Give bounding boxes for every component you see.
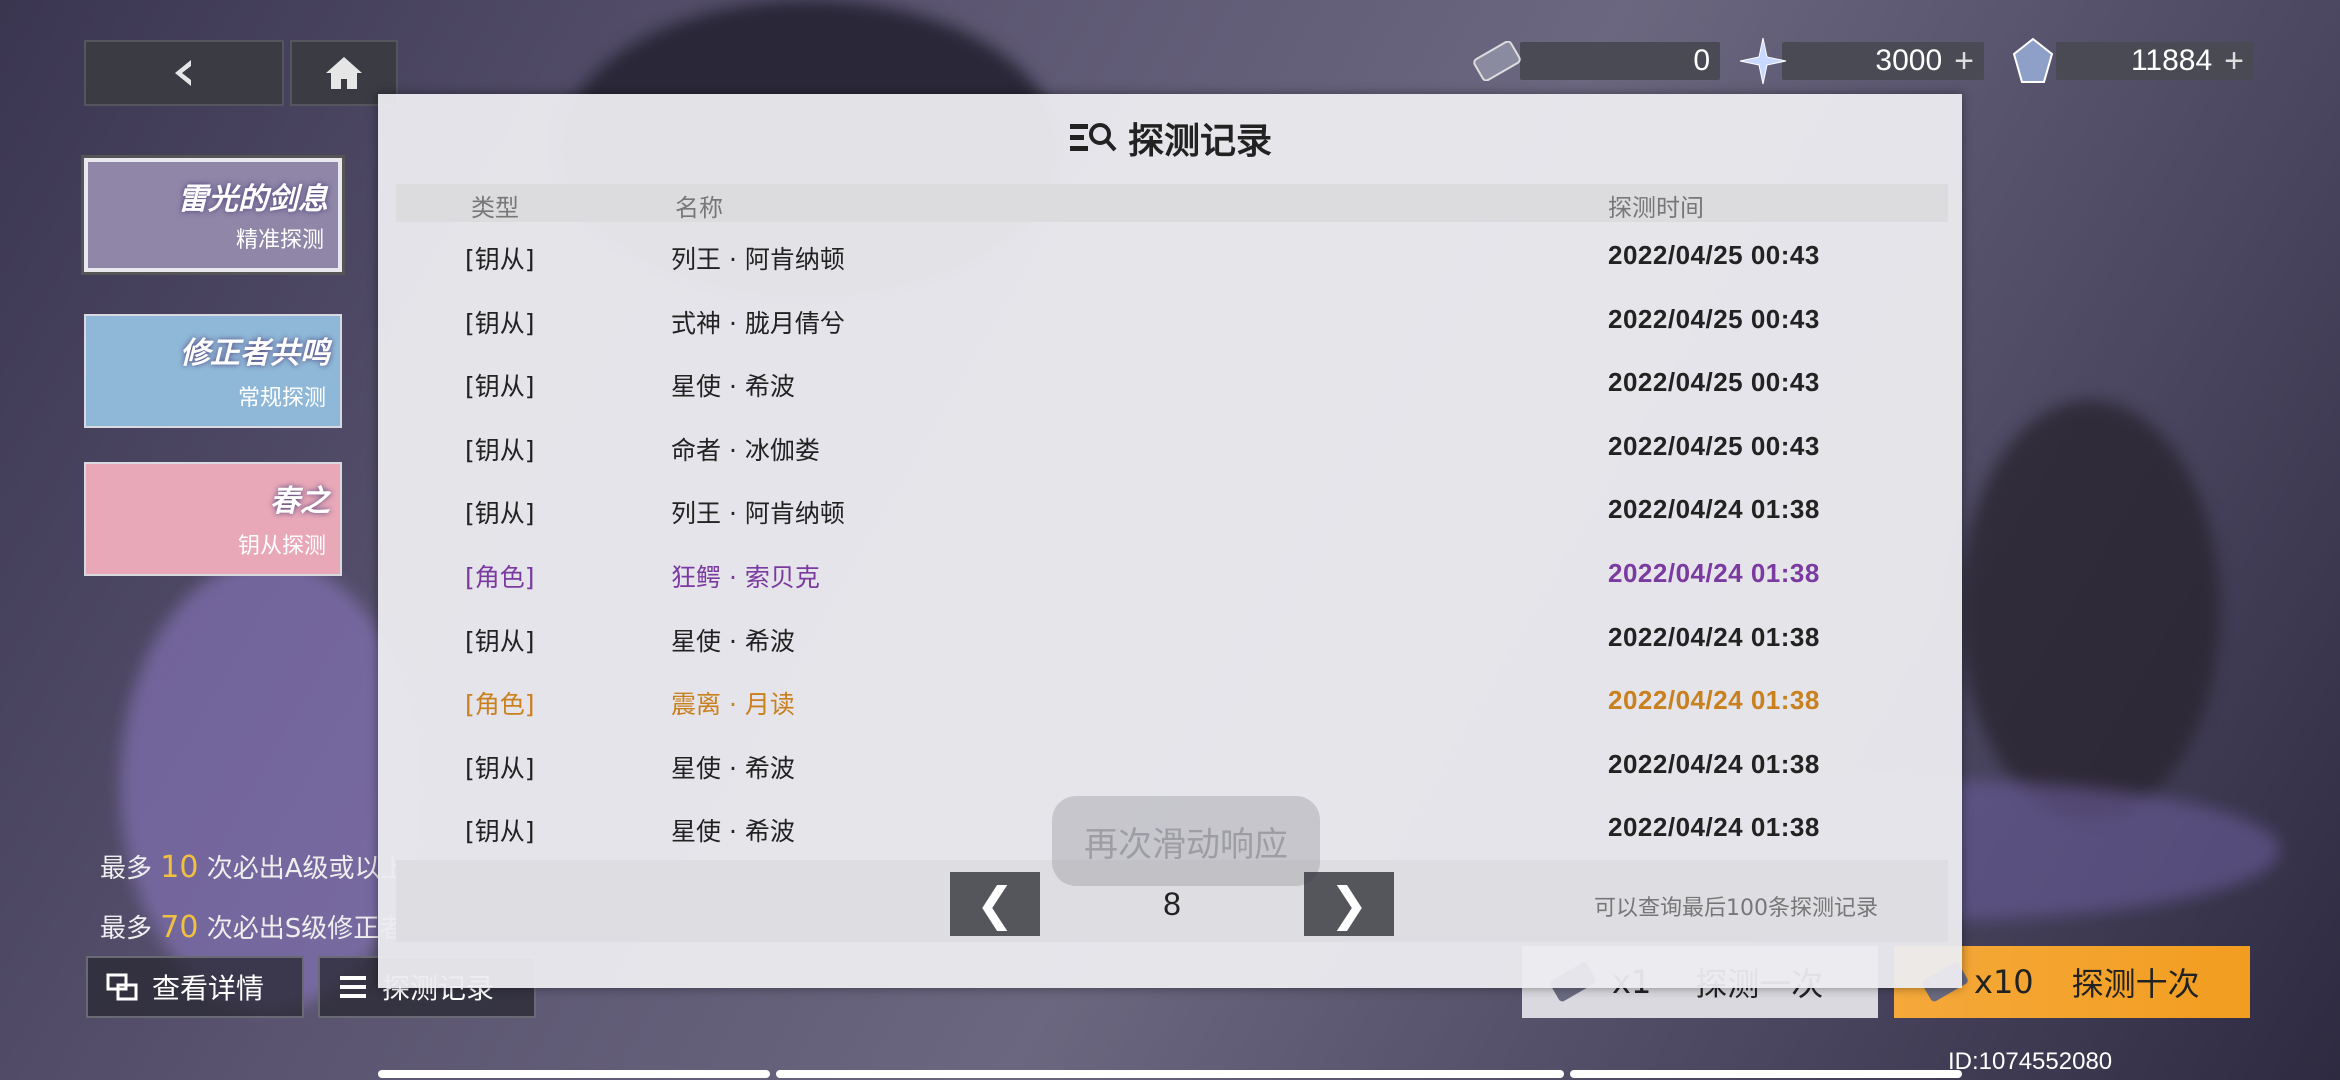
row-name: 列王 · 阿肯纳顿 [671, 245, 845, 274]
user-id: ID:1074552080 [1948, 1048, 2113, 1075]
row-time: 2022/04/24 01:38 [1608, 621, 1820, 652]
row-time: 2022/04/24 01:38 [1608, 748, 1820, 779]
currency-gem: 11884 + [2056, 42, 2254, 80]
header-name: 名称 [675, 194, 723, 222]
row-time: 2022/04/25 00:43 [1608, 303, 1820, 334]
row-name: 星使 · 希波 [671, 626, 795, 656]
scroll-indicator [1570, 1070, 1962, 1078]
row-time: 2022/04/24 01:38 [1608, 494, 1820, 525]
row-name: 星使 · 希波 [671, 372, 795, 402]
banner-corrector-resonance[interactable]: 修正者共鸣 常规探测 [84, 314, 342, 428]
row-type: [钥从] [465, 817, 535, 847]
row-type: [钥从] [465, 245, 535, 274]
table-header: 类型 名称 探测时间 [396, 184, 1948, 222]
banner-subtitle: 常规探测 [237, 386, 326, 411]
draw-ten-count: x10 [1974, 963, 2034, 1001]
table-row: [钥从] 星使 · 希波 2022/04/25 00:43 [396, 351, 1948, 414]
toast-message: 再次滑动响应 [1052, 796, 1320, 886]
banner-subtitle: 钥从探测 [237, 534, 326, 559]
row-name: 狂鳄 · 索贝克 [671, 563, 820, 592]
currency-star: 3000 + [1782, 42, 1984, 80]
banner-subtitle: 精准探测 [235, 228, 324, 253]
table-row: [钥从] 式神 · 胧月倩兮 2022/04/25 00:43 [396, 288, 1948, 351]
table-row: [钥从] 星使 · 希波 2022/04/24 01:38 [396, 606, 1948, 669]
currency-value: 0 [1693, 44, 1710, 77]
row-time: 2022/04/25 00:43 [1608, 430, 1820, 461]
banner-lightning-sword[interactable]: 雷光的剑息 精准探测 [81, 155, 345, 275]
table-row: [钥从] 列王 · 阿肯纳顿 2022/04/25 00:43 [396, 224, 1948, 287]
back-arrow-icon [175, 60, 191, 86]
modal-title-text: 探测记录 [1127, 121, 1272, 162]
add-gem-button[interactable]: + [2224, 42, 2244, 81]
view-details-button[interactable]: 查看详情 [86, 956, 304, 1018]
next-page-button[interactable]: ❯ [1304, 872, 1394, 936]
banner-title: 春之 [270, 484, 330, 519]
table-row: [钥从] 命者 · 冰伽娄 2022/04/25 00:43 [396, 415, 1948, 478]
row-type: [钥从] [465, 753, 535, 783]
table-row: [角色] 狂鳄 · 索贝克 2022/04/24 01:38 [396, 542, 1948, 605]
home-icon [326, 57, 362, 89]
row-time: 2022/04/24 01:38 [1608, 685, 1820, 716]
row-name: 星使 · 希波 [671, 817, 795, 847]
records-limit-note: 可以查询最后100条探测记录 [1594, 896, 1878, 921]
scroll-indicator [776, 1070, 1564, 1078]
banner-spring[interactable]: 春之 钥从探测 [84, 462, 342, 576]
scroll-indicator [378, 1070, 770, 1078]
header-time: 探测时间 [1608, 194, 1704, 222]
row-time: 2022/04/24 01:38 [1608, 558, 1820, 588]
row-type: [角色] [465, 690, 535, 720]
list-icon [340, 976, 366, 998]
row-type: [钥从] [465, 626, 535, 656]
header-type: 类型 [471, 194, 519, 222]
pity-info-a: 最多 10 次必出A级或以上 [100, 850, 407, 885]
row-time: 2022/04/24 01:38 [1608, 812, 1820, 843]
details-icon [106, 973, 138, 1001]
row-name: 式神 · 胧月倩兮 [671, 308, 845, 338]
back-button[interactable] [84, 40, 284, 106]
row-type: [角色] [465, 563, 535, 592]
table-row: [角色] 震离 · 月读 2022/04/24 01:38 [396, 669, 1948, 732]
add-star-button[interactable]: + [1954, 42, 1974, 81]
row-type: [钥从] [465, 435, 535, 465]
row-type: [钥从] [465, 372, 535, 402]
currency-value: 3000 [1875, 44, 1943, 77]
modal-title: 探测记录 [378, 114, 1962, 162]
star-crystal-icon [1736, 34, 1790, 88]
row-type: [钥从] [465, 308, 535, 338]
row-type: [钥从] [465, 499, 535, 529]
banner-title: 雷光的剑息 [178, 182, 328, 217]
table-row: [钥从] 列王 · 阿肯纳顿 2022/04/24 01:38 [396, 478, 1948, 541]
pity-info-s: 最多 70 次必出S级修正者 [100, 910, 406, 945]
view-details-label: 查看详情 [152, 972, 265, 1005]
ticket-icon [1470, 34, 1524, 88]
row-name: 震离 · 月读 [671, 690, 795, 720]
currency-value: 11884 [2130, 44, 2213, 77]
row-name: 星使 · 希波 [671, 753, 795, 783]
gem-icon [2006, 34, 2060, 88]
currency-ticket: 0 [1520, 42, 1720, 80]
search-list-icon [1069, 123, 1117, 152]
row-time: 2022/04/25 00:43 [1608, 240, 1820, 270]
row-time: 2022/04/25 00:43 [1608, 367, 1820, 398]
row-name: 命者 · 冰伽娄 [671, 435, 820, 465]
banner-title: 修正者共鸣 [180, 336, 330, 371]
row-name: 列王 · 阿肯纳顿 [671, 499, 845, 529]
draw-ten-label: 探测十次 [2071, 965, 2200, 1003]
table-row: [钥从] 星使 · 希波 2022/04/24 01:38 [396, 733, 1948, 796]
